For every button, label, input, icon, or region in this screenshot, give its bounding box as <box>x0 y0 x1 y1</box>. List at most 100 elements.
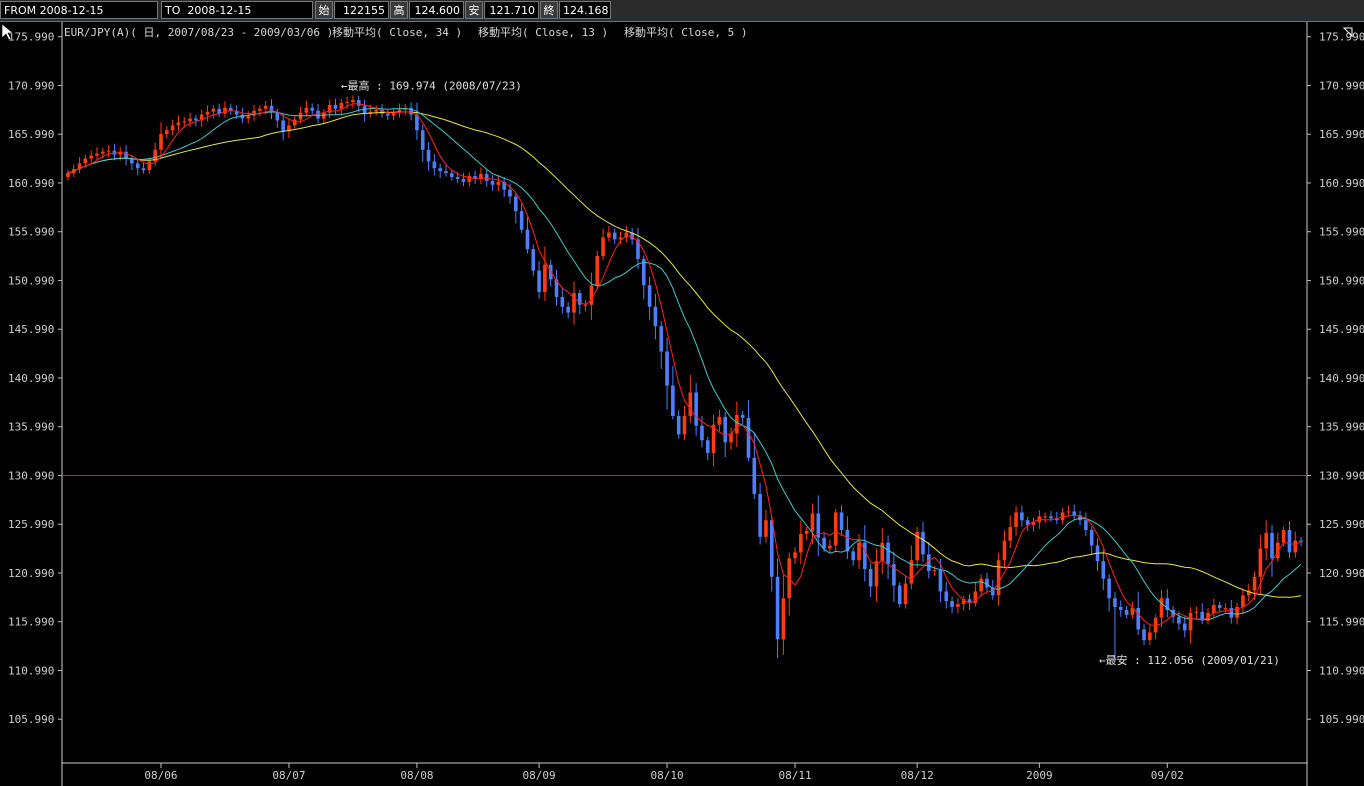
close-label: 終 <box>540 1 558 19</box>
candle-body-down <box>921 531 925 555</box>
candle-body-down <box>822 537 826 549</box>
candle-body-up <box>857 542 861 561</box>
to-label: TO <box>165 4 181 17</box>
candle-body-up <box>1066 511 1071 513</box>
candle-body-up <box>170 125 175 131</box>
candle-body-down <box>490 180 495 185</box>
candle-body-up <box>66 173 70 178</box>
candle-body-down <box>356 100 361 106</box>
close-value: 124.168 <box>559 1 611 19</box>
candle-body-down <box>1177 616 1181 624</box>
candle-body-down <box>851 551 855 561</box>
candle-body-down <box>566 306 570 313</box>
candle-body-down <box>1270 532 1274 559</box>
candle-body-up <box>874 561 879 587</box>
y-tick-label-left: 105.990 <box>8 713 54 726</box>
candle-body-up <box>246 115 251 119</box>
candle-body-down <box>484 174 489 181</box>
y-tick-label-left: 125.990 <box>8 518 54 531</box>
high-label: 高 <box>390 1 408 19</box>
y-tick-label-right: 150.990 <box>1319 274 1364 287</box>
candle-body-down <box>432 161 437 169</box>
candle-body-down <box>461 178 466 182</box>
candle-body-down <box>1020 512 1024 521</box>
y-tick-label-right: 155.990 <box>1319 226 1364 239</box>
candle-body-up <box>205 111 210 115</box>
candle-body-down <box>647 285 652 307</box>
candle-body-up <box>799 533 803 553</box>
candle-body-up <box>1188 612 1193 631</box>
candle-body-down <box>758 493 762 537</box>
y-tick-label-left: 155.990 <box>8 226 54 239</box>
y-tick-label-right: 125.990 <box>1319 518 1364 531</box>
candle-body-up <box>351 100 355 102</box>
candle-body-down <box>537 270 541 293</box>
candle-body-down <box>950 601 954 607</box>
candle-body-up <box>781 598 786 640</box>
to-field[interactable]: TO 2008-12-15 <box>161 1 313 19</box>
candle-body-up <box>880 542 885 562</box>
candle-body-down <box>769 520 774 577</box>
high-annotation: ←最高 : 169.974 (2008/07/23) <box>341 78 522 92</box>
candle-body-up <box>589 285 594 305</box>
legend-ma34: 移動平均( Close, 34 ) <box>332 25 462 39</box>
candle-body-down <box>897 585 902 605</box>
candle-body-down <box>927 554 931 571</box>
candle-body-down <box>1287 529 1292 553</box>
y-tick-label-right: 135.990 <box>1319 421 1364 434</box>
candle-body-up <box>258 108 262 111</box>
y-tick-label-left: 145.990 <box>8 323 54 336</box>
y-tick-label-left: 110.990 <box>8 664 54 677</box>
candle-body-up <box>956 604 960 607</box>
candle-body-up <box>711 424 716 453</box>
candle-body-down <box>740 414 745 418</box>
to-date: 2008-12-15 <box>187 4 252 17</box>
low-label: 安 <box>465 1 483 19</box>
candle-body-down <box>1089 529 1094 546</box>
candle-body-up <box>101 151 105 154</box>
open-label: 始 <box>315 1 333 19</box>
candle-body-down <box>612 232 617 240</box>
candle-body-up <box>903 583 908 605</box>
candle-body-up <box>95 153 99 156</box>
candle-body-down <box>944 591 949 602</box>
candle-body-down <box>775 576 780 640</box>
x-tick-label: 08/09 <box>523 769 556 782</box>
y-tick-label-left: 175.990 <box>8 31 54 44</box>
candle-body-down <box>705 440 710 453</box>
from-field[interactable]: FROM 2008-12-15 <box>0 1 158 19</box>
y-tick-label-right: 175.990 <box>1319 31 1364 44</box>
candle-body-down <box>671 385 675 416</box>
from-label: FROM <box>4 4 37 17</box>
candle-body-up <box>1223 607 1228 609</box>
candle-body-up <box>304 107 309 113</box>
candle-body-up <box>1159 598 1164 618</box>
candle-body-up <box>1264 532 1268 549</box>
x-tick-label: 08/07 <box>272 769 305 782</box>
candle-body-up <box>211 108 216 112</box>
low-annotation: ←最安 : 112.056 (2009/01/21) <box>1099 653 1280 667</box>
candle-body-down <box>676 415 681 435</box>
candle-body-up <box>1194 611 1199 613</box>
candle-body-down <box>938 569 943 592</box>
candle-body-up <box>292 119 297 126</box>
y-tick-label-right: 160.990 <box>1319 177 1364 190</box>
candle-body-up <box>996 560 1001 596</box>
candle-body-up <box>1252 576 1257 591</box>
y-tick-label-left: 115.990 <box>8 616 54 629</box>
y-tick-label-right: 170.990 <box>1319 79 1364 92</box>
candle-body-down <box>281 120 285 132</box>
y-tick-label-right: 115.990 <box>1319 616 1364 629</box>
candle-body-down <box>531 249 536 271</box>
candle-body-down <box>659 326 664 352</box>
y-tick-label-left: 170.990 <box>8 79 54 92</box>
candle-body-up <box>83 158 88 164</box>
y-axis-right: 175.990 170.990 165.990 160.990 155.990 150.9… <box>1307 31 1364 726</box>
candle-body-down <box>723 416 728 443</box>
candle-body-up <box>1014 512 1018 528</box>
candle-body-up <box>374 109 379 112</box>
legend-ma13: 移動平均( Close, 13 ) <box>478 25 608 39</box>
candle-body-down <box>665 351 669 386</box>
candlestick-chart[interactable]: 175.990 170.990 165.990 160.990 155.990 150.9… <box>0 22 1364 786</box>
candle-body-down <box>1113 598 1117 607</box>
